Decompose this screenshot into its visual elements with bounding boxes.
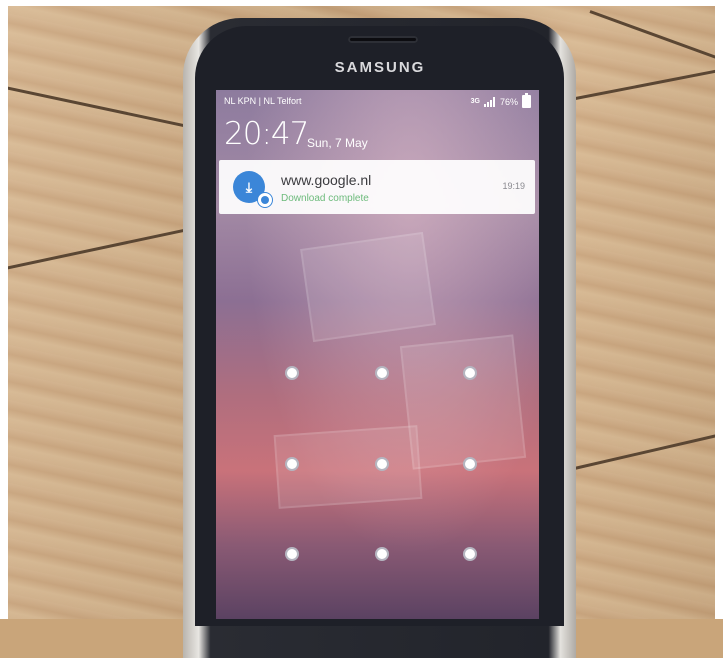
pattern-dot-8[interactable] [375, 547, 389, 561]
brand-logo: SAMSUNG [334, 59, 426, 76]
pattern-dot-6[interactable] [463, 457, 477, 471]
earpiece-speaker [348, 36, 418, 43]
pattern-dot-3[interactable] [463, 366, 477, 380]
pattern-dot-5[interactable] [375, 457, 389, 471]
pattern-dot-1[interactable] [285, 366, 299, 380]
pattern-dot-2[interactable] [375, 366, 389, 380]
pattern-dot-4[interactable] [285, 457, 299, 471]
lock-screen[interactable]: NL KPN | NL Telfort 3G 76% 20:47 Sun, 7 … [216, 90, 539, 619]
pattern-dot-9[interactable] [463, 547, 477, 561]
image-border [715, 0, 723, 619]
pattern-lock[interactable] [216, 90, 539, 619]
pattern-dot-7[interactable] [285, 547, 299, 561]
image-border [0, 0, 8, 619]
image-border [0, 0, 723, 6]
